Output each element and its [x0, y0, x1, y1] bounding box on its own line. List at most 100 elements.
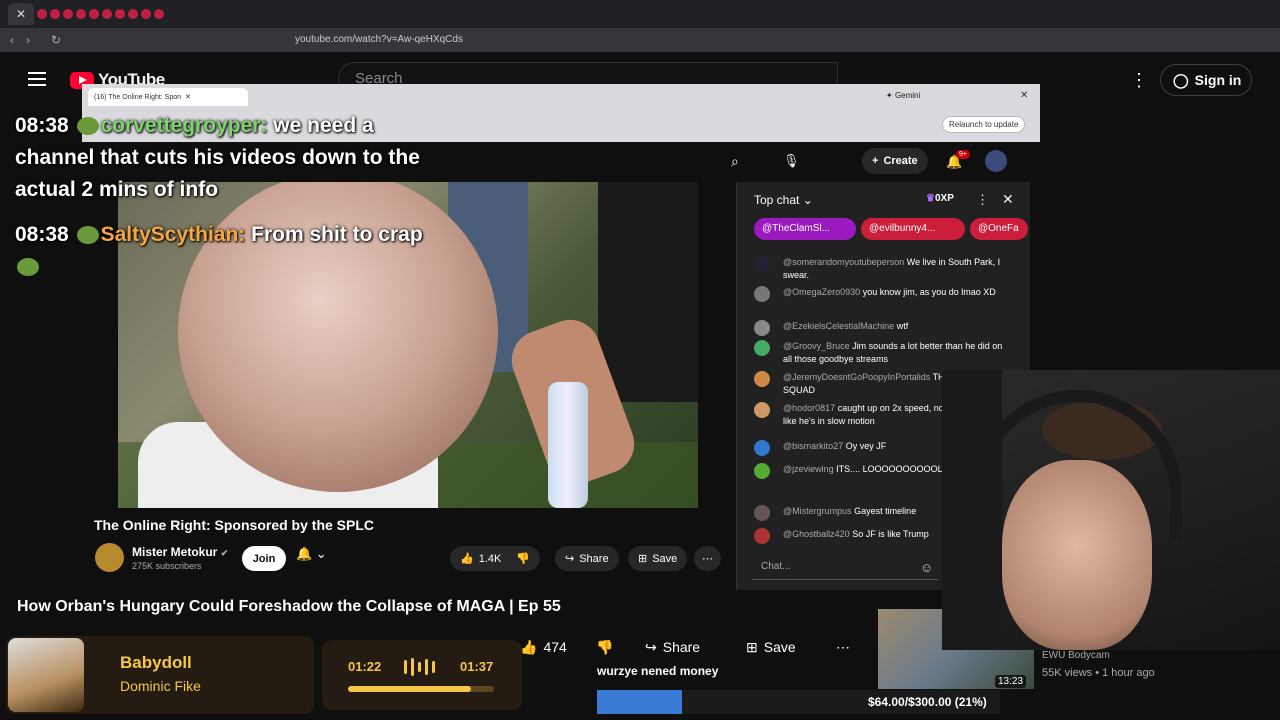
- subscriber-count: 275K subscribers: [132, 561, 202, 571]
- overlay-window-close-icon[interactable]: ✕: [1020, 90, 1028, 101]
- tab-icon[interactable]: [89, 9, 99, 19]
- forward-icon[interactable]: ›: [20, 33, 36, 47]
- overlay-chat-message: 08:38 corvettegroyper: we need a channel…: [15, 110, 435, 206]
- share-button[interactable]: ↪ Share: [555, 546, 619, 571]
- equalizer-bar: [425, 659, 428, 675]
- user-badge-icon: [76, 117, 99, 136]
- save-button[interactable]: ⊞ Save: [628, 546, 688, 571]
- chat-username[interactable]: @jzeviewing: [783, 464, 834, 474]
- main-more-icon[interactable]: ⋯: [836, 632, 850, 662]
- song-artist: Dominic Fike: [120, 678, 201, 694]
- water-bottle: [548, 382, 588, 508]
- chat-username[interactable]: @hodor0817: [783, 403, 835, 413]
- chat-username[interactable]: @Ghostballz420: [783, 529, 850, 539]
- main-share-label: Share: [662, 639, 701, 655]
- main-share-button[interactable]: ↪ Share: [645, 632, 700, 662]
- main-dislike-icon[interactable]: 👎: [596, 632, 613, 662]
- main-like-button[interactable]: 👍 474: [520, 632, 567, 662]
- avatar: [754, 528, 770, 544]
- avatar: [754, 463, 770, 479]
- url-input[interactable]: youtube.com/watch?v=Aw-qeHXqCds: [295, 34, 463, 45]
- search-icon[interactable]: ⌕: [731, 153, 739, 170]
- chat-close-icon[interactable]: ✕: [1002, 191, 1014, 208]
- main-video-title: How Orban's Hungary Could Foreshadow the…: [17, 598, 561, 615]
- thumbs-up-icon: 👍: [520, 638, 538, 655]
- chat-username[interactable]: @Mistergrumpus: [783, 506, 852, 516]
- like-button[interactable]: 👍 1.4K 👎: [450, 546, 541, 571]
- channel-avatar[interactable]: [95, 543, 124, 572]
- tab-icon[interactable]: [63, 9, 73, 19]
- gemini-button[interactable]: ✦ Gemini: [886, 91, 920, 100]
- chat-text: From shit to crap: [251, 223, 423, 246]
- song-title: Babydoll: [120, 653, 192, 672]
- back-icon[interactable]: ‹: [4, 33, 20, 47]
- webcam-feed: [942, 370, 1280, 650]
- chat-input[interactable]: Chat...: [752, 558, 938, 580]
- subscribe-bell-icon[interactable]: 🔔 ⌄: [296, 546, 327, 562]
- account-icon: ◯: [1173, 71, 1189, 88]
- tab-icon[interactable]: [76, 9, 86, 19]
- bystander: [598, 182, 698, 402]
- chat-username[interactable]: @somerandomyoutubeperson: [783, 257, 904, 267]
- avatar: [754, 340, 770, 356]
- avatar[interactable]: [985, 150, 1007, 172]
- channel-name[interactable]: Mister Metokur ✔: [132, 545, 228, 559]
- song-progress-fill: [348, 686, 471, 692]
- active-tab[interactable]: ✕: [8, 3, 34, 25]
- tab-icon[interactable]: [115, 9, 125, 19]
- song-timer-widget: [322, 640, 522, 710]
- chat-username[interactable]: @OmegaZero0930: [783, 287, 860, 297]
- pinned-chip[interactable]: @TheClamSl...: [754, 218, 856, 240]
- overlay-tab[interactable]: (16) The Online Right: Spon ✕: [88, 88, 248, 106]
- equalizer-bar: [411, 658, 414, 676]
- overlay-tab-title: (16) The Online Right: Spon: [94, 93, 182, 101]
- chat-more-icon[interactable]: ⋮: [976, 192, 989, 208]
- chat-mode-dropdown[interactable]: Top chat ⌄: [754, 193, 813, 207]
- donation-goal-fill: [597, 690, 682, 714]
- save-label: Save: [652, 552, 678, 565]
- tab-strip: ✕: [0, 0, 1280, 28]
- equalizer-bar: [418, 662, 421, 672]
- reload-icon[interactable]: ↻: [48, 33, 64, 47]
- overlay-tab-close-icon[interactable]: ✕: [185, 93, 191, 101]
- chat-time: 08:38: [15, 114, 69, 137]
- album-art: [8, 638, 84, 712]
- pinned-chip[interactable]: @OneFa: [970, 218, 1028, 240]
- join-button[interactable]: Join: [242, 546, 286, 571]
- menu-icon[interactable]: [28, 72, 46, 86]
- pinned-chip[interactable]: @evilbunny4...: [861, 218, 965, 240]
- more-options-icon[interactable]: ⋮: [1130, 70, 1148, 91]
- tab-icon[interactable]: [102, 9, 112, 19]
- tab-icon[interactable]: [141, 9, 151, 19]
- video-title: The Online Right: Sponsored by the SPLC: [94, 517, 375, 533]
- emoji-icon[interactable]: ☺: [920, 560, 933, 575]
- relaunch-button[interactable]: Relaunch to update: [942, 116, 1026, 133]
- channel-name-text: Mister Metokur: [132, 545, 218, 559]
- thumbs-down-icon[interactable]: 👎: [516, 552, 530, 565]
- thumbs-up-icon: 👍: [460, 553, 474, 565]
- xp-badge[interactable]: ♛0XP: [926, 193, 954, 204]
- tab-icon[interactable]: [37, 9, 47, 19]
- like-count: 1.4K: [478, 552, 502, 565]
- tab-icon[interactable]: [50, 9, 60, 19]
- equalizer-bar: [404, 660, 407, 674]
- sidebar-meta: 55K views • 1 hour ago: [1042, 667, 1155, 679]
- elapsed-time: 01:22: [348, 659, 382, 674]
- chat-username[interactable]: @bismarkito27: [783, 441, 843, 451]
- chat-username[interactable]: @EzekielsCelestialMachine: [783, 321, 894, 331]
- chevron-down-icon: ⌄: [802, 193, 813, 207]
- tab-icon[interactable]: [128, 9, 138, 19]
- sign-in-button[interactable]: ◯ Sign in: [1160, 64, 1252, 96]
- avatar: [754, 320, 770, 336]
- main-save-button[interactable]: ⊞ Save: [746, 632, 796, 662]
- tab-icon[interactable]: [154, 9, 164, 19]
- more-actions-icon[interactable]: ⋯: [694, 546, 721, 571]
- chat-username: corvettegroyper:: [100, 114, 268, 137]
- chat-text: wtf: [896, 321, 909, 331]
- chat-username[interactable]: @JeremyDoesntGoPoopyInPortalids: [783, 372, 930, 382]
- create-label: Create: [883, 155, 918, 167]
- chat-username[interactable]: @Groovy_Bruce: [783, 341, 850, 351]
- create-button[interactable]: + Create: [862, 148, 928, 174]
- mic-icon[interactable]: 🎙: [783, 153, 800, 169]
- pepe-emote-icon: [17, 258, 39, 277]
